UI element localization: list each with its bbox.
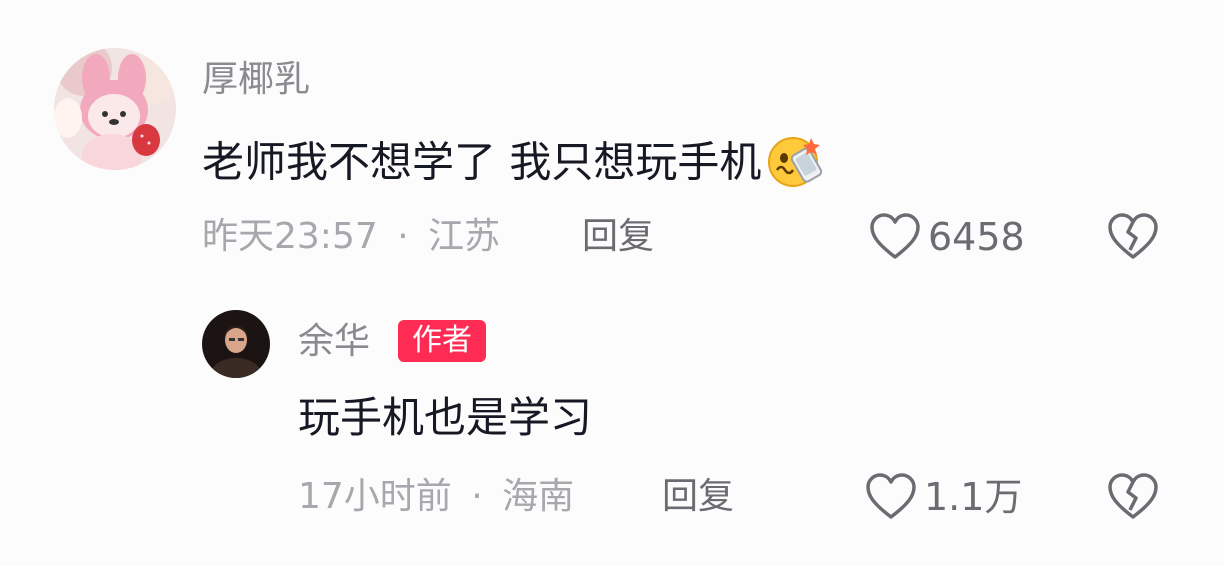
reply-location: 海南	[502, 476, 575, 517]
reply-text: 玩手机也是学习	[298, 393, 593, 442]
heart-outline-icon	[866, 473, 916, 519]
comment-like-button[interactable]: 6458	[868, 212, 1025, 262]
comment-location: 江苏	[428, 216, 501, 257]
broken-heart-icon	[1108, 473, 1158, 519]
reply-meta: 17小时前 · 海南	[298, 476, 574, 518]
meta-separator: ·	[397, 216, 409, 257]
reply-like-button[interactable]: 1.1万	[864, 472, 1022, 522]
author-username[interactable]: 余华	[298, 322, 370, 362]
commenter-avatar-image	[54, 48, 176, 170]
author-badge: 作者	[398, 320, 486, 362]
broken-heart-icon	[1108, 213, 1158, 259]
author-avatar[interactable]	[202, 310, 270, 378]
comment-text: 老师我不想学了 我只想玩手机	[202, 132, 825, 198]
reply-reply-button[interactable]: 回复	[662, 476, 734, 518]
commenter-avatar[interactable]	[54, 48, 176, 170]
reply-timestamp: 17小时前	[298, 476, 452, 517]
shocked-face-emoji-icon	[763, 132, 825, 198]
comment-timestamp: 昨天23:57	[202, 216, 378, 257]
reply-dislike-button[interactable]	[1106, 472, 1160, 526]
reply-like-count: 1.1万	[924, 475, 1023, 519]
comment-like-count: 6458	[928, 215, 1025, 259]
meta-separator: ·	[471, 476, 483, 517]
commenter-username[interactable]: 厚椰乳	[202, 60, 310, 100]
comment-body: 老师我不想学了 我只想玩手机	[202, 137, 762, 187]
comment-dislike-button[interactable]	[1106, 212, 1160, 266]
comment-meta: 昨天23:57 · 江苏	[202, 216, 500, 258]
comment-reply-button[interactable]: 回复	[582, 216, 654, 258]
heart-outline-icon	[870, 213, 920, 259]
author-avatar-image	[202, 310, 270, 378]
